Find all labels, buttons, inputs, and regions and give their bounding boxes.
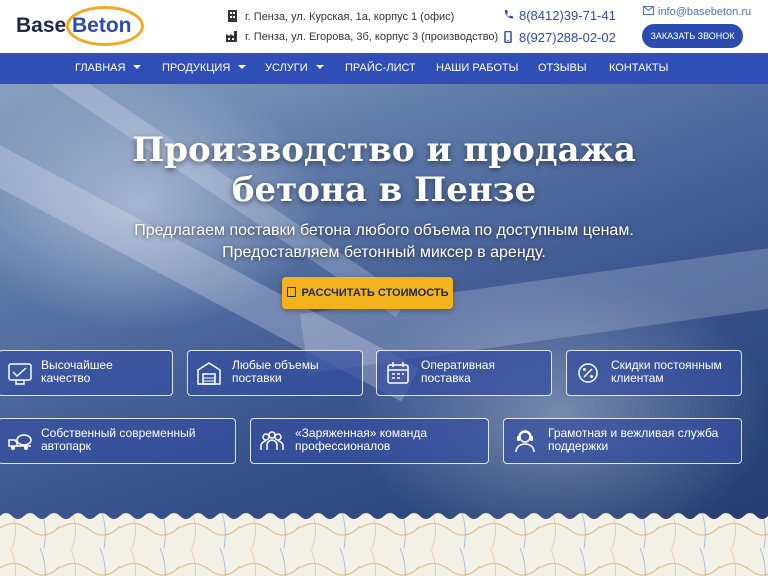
feature-text: Грамотная и вежливая служба поддержки xyxy=(548,427,718,453)
feature-text: Любые объемы поставки xyxy=(232,359,319,385)
chevron-down-icon xyxy=(315,65,324,69)
nav-item-products[interactable]: ПРОДУКЦИЯ xyxy=(162,53,247,84)
feature-text: «Заряженная» команда профессионалов xyxy=(295,427,427,453)
feature-text: Высочайшее качество xyxy=(41,359,113,385)
envelope-icon xyxy=(643,6,654,15)
feature-card-fleet: Собственный современный автопарк xyxy=(0,418,236,464)
calculate-cost-label: РАССЧИТАТЬ СТОИМОСТЬ xyxy=(301,287,449,299)
nav-item-home[interactable]: ГЛАВНАЯ xyxy=(75,53,142,84)
nav-item-works[interactable]: НАШИ РАБОТЫ xyxy=(436,53,518,84)
map-torn-edge xyxy=(0,513,768,576)
site-header: Base Beton г. Пенза, ул. Курская, 1а, ко… xyxy=(0,0,768,53)
factory-icon xyxy=(226,31,237,42)
calculate-cost-button[interactable]: РАССЧИТАТЬ СТОИМОСТЬ xyxy=(282,277,453,309)
hero-title-line1: Производство и продажа xyxy=(132,130,636,170)
calendar-icon xyxy=(387,362,409,384)
phone-icon xyxy=(504,10,513,19)
email-link[interactable]: info@basebeton.ru xyxy=(643,6,751,18)
office-address: г. Пенза, ул. Курская, 1а, корпус 1 (офи… xyxy=(226,9,454,23)
nav-item-pricelist[interactable]: ПРАЙС-ЛИСТ xyxy=(345,53,416,84)
main-nav: ГЛАВНАЯ ПРОДУКЦИЯ УСЛУГИ ПРАЙС-ЛИСТ НАШИ… xyxy=(0,53,768,84)
building-icon xyxy=(228,10,237,22)
office-address-text: г. Пенза, ул. Курская, 1а, корпус 1 (офи… xyxy=(245,11,455,23)
feature-line2: поддержки xyxy=(548,439,609,453)
feature-card-fast-delivery: Оперативная поставка xyxy=(376,350,552,396)
nav-item-services[interactable]: УСЛУГИ xyxy=(265,53,324,84)
feature-card-quality: Высочайшее качество xyxy=(0,350,173,396)
calculator-icon xyxy=(286,287,296,297)
nav-label: ОТЗЫВЫ xyxy=(538,62,587,74)
nav-label: ПРОДУКЦИЯ xyxy=(162,62,231,74)
logo-text-base: Base xyxy=(16,14,67,37)
feature-line2: профессионалов xyxy=(295,439,391,453)
hero-title-line2: бетона в Пензе xyxy=(231,170,537,210)
feature-text: Оперативная поставка xyxy=(421,359,495,385)
feature-card-volumes: Любые объемы поставки xyxy=(187,350,363,396)
nav-label: УСЛУГИ xyxy=(265,62,308,74)
logo[interactable]: Base Beton xyxy=(10,5,144,46)
discount-icon xyxy=(578,363,598,383)
phone-mobile-text: 8(927)288-02-02 xyxy=(519,30,616,45)
feature-text: Скидки постоянным клиентам xyxy=(611,359,722,385)
production-address-text: г. Пенза, ул. Егорова, 3б, корпус 3 (про… xyxy=(245,31,499,43)
support-icon xyxy=(515,430,535,453)
phone-mobile[interactable]: 8(927)288-02-02 xyxy=(503,30,616,45)
production-address: г. Пенза, ул. Егорова, 3б, корпус 3 (про… xyxy=(226,29,498,43)
quality-icon xyxy=(8,363,32,385)
feature-line2: поставка xyxy=(421,371,471,385)
chevron-down-icon xyxy=(133,65,142,69)
mixer-truck-icon xyxy=(8,434,32,450)
feature-line2: поставки xyxy=(232,371,282,385)
logo-text-beton: Beton xyxy=(72,14,132,37)
nav-label: ПРАЙС-ЛИСТ xyxy=(345,62,416,74)
mobile-icon xyxy=(504,31,512,43)
team-icon xyxy=(260,431,284,450)
feature-line2: качество xyxy=(41,371,91,385)
feature-line2: клиентам xyxy=(611,371,664,385)
email-text: info@basebeton.ru xyxy=(658,6,752,18)
hero-section: Производство и продажа бетона в Пензе Пр… xyxy=(0,84,768,576)
nav-label: ГЛАВНАЯ xyxy=(75,62,126,74)
phone-landline-text: 8(8412)39-71-41 xyxy=(519,8,616,23)
phone-landline[interactable]: 8(8412)39-71-41 xyxy=(503,8,616,23)
feature-card-support: Грамотная и вежливая служба поддержки xyxy=(503,418,742,464)
nav-item-contacts[interactable]: КОНТАКТЫ xyxy=(609,53,668,84)
order-call-button[interactable]: ЗАКАЗАТЬ ЗВОНОК xyxy=(642,24,743,48)
hero-subtitle-line2: Предоставляем бетонный миксер в аренду. xyxy=(222,244,546,261)
nav-item-reviews[interactable]: ОТЗЫВЫ xyxy=(538,53,587,84)
feature-text: Собственный современный автопарк xyxy=(41,427,195,453)
chevron-down-icon xyxy=(238,65,247,69)
feature-card-discounts: Скидки постоянным клиентам xyxy=(566,350,742,396)
warehouse-icon xyxy=(197,362,221,385)
feature-card-team: «Заряженная» команда профессионалов xyxy=(250,418,489,464)
nav-label: НАШИ РАБОТЫ xyxy=(436,62,519,74)
feature-line2: автопарк xyxy=(41,439,91,453)
nav-label: КОНТАКТЫ xyxy=(609,62,669,74)
hero-subtitle-line1: Предлагаем поставки бетона любого объема… xyxy=(134,222,634,239)
